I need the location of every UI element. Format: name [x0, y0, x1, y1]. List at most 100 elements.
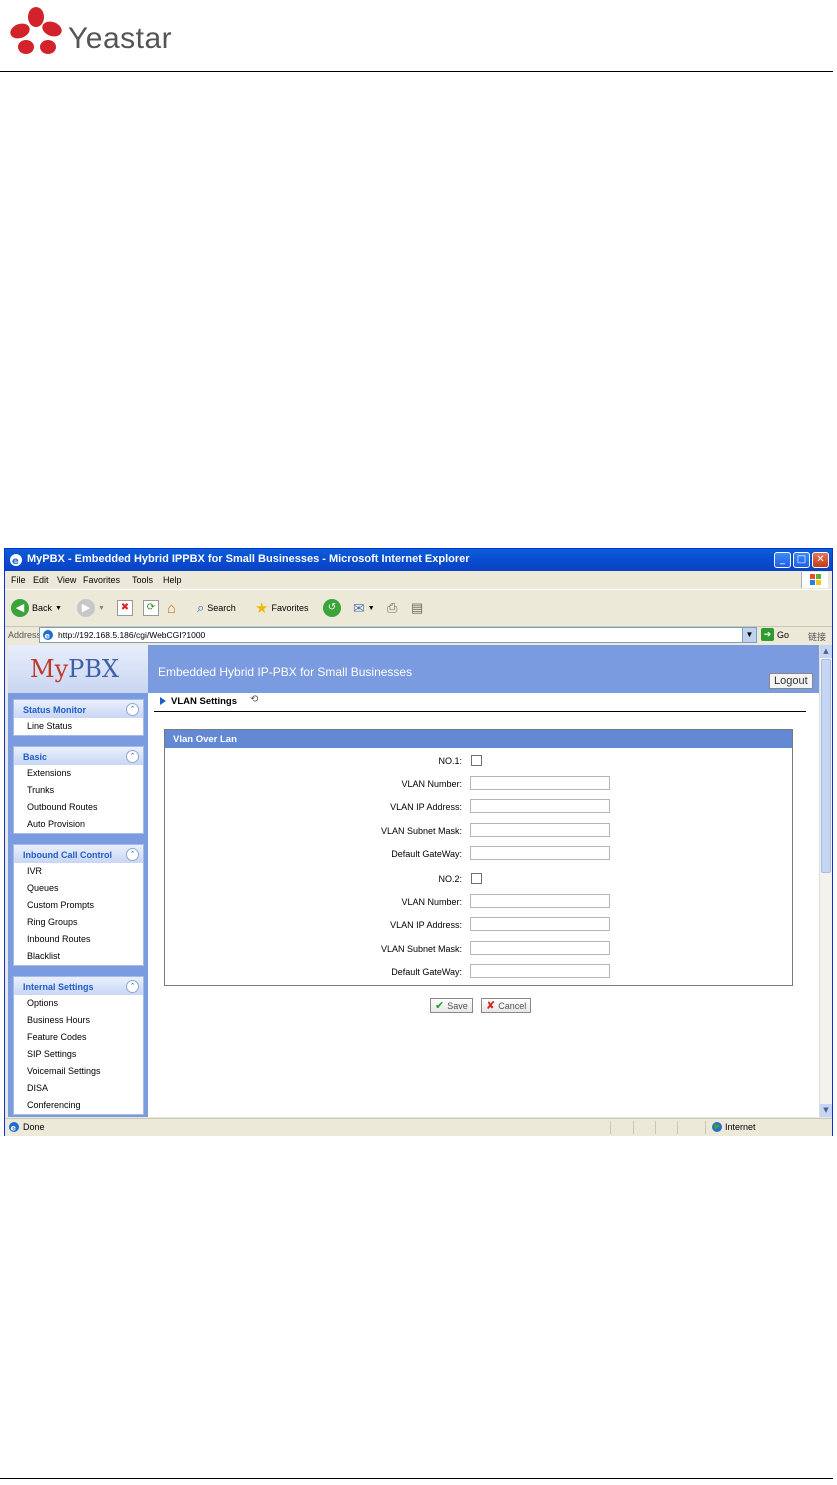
menu-edit[interactable]: Edit: [33, 575, 49, 585]
logout-button[interactable]: Logout: [769, 673, 813, 689]
browser-window: e MyPBX - Embedded Hybrid IPPBX for Smal…: [4, 548, 833, 1136]
collapse-icon[interactable]: ⌃: [126, 703, 139, 716]
scroll-up-icon[interactable]: ▲: [820, 645, 832, 658]
sidebar-group-status-monitor: Status Monitor ⌃ Line Status: [13, 699, 144, 736]
menu-favorites[interactable]: Favorites: [83, 575, 120, 585]
refresh-icon: ⟳: [143, 600, 159, 616]
vlan-panel: Vlan Over Lan NO.1: VLAN Number: VLAN IP…: [164, 729, 793, 986]
address-bar: Address e http://192.168.5.186/cgi/WebCG…: [5, 626, 832, 644]
panel-title: Vlan Over Lan: [173, 734, 237, 745]
refresh-button[interactable]: ⟳: [143, 598, 159, 618]
form-row-vlan2-gateway: Default GateWay:: [165, 963, 792, 981]
sidebar-group-header[interactable]: Basic ⌃: [14, 747, 143, 765]
vlan2-subnet-input[interactable]: [470, 941, 610, 955]
sidebar-item-feature-codes[interactable]: Feature Codes: [14, 1029, 143, 1046]
sidebar-item-sip-settings[interactable]: SIP Settings: [14, 1046, 143, 1063]
vertical-scrollbar[interactable]: ▲ ▼: [819, 645, 832, 1117]
security-zone: Internet: [725, 1122, 756, 1132]
sidebar-group-header[interactable]: Status Monitor ⌃: [14, 700, 143, 718]
edit-page-icon: ▤: [411, 600, 424, 615]
close-button[interactable]: ✕: [812, 552, 829, 568]
go-arrow-icon: ➔: [761, 628, 774, 641]
search-button[interactable]: ⌕ Search: [197, 598, 236, 618]
breadcrumb-arrow-icon: [160, 697, 166, 705]
sidebar-item-custom-prompts[interactable]: Custom Prompts: [14, 897, 143, 914]
forward-dropdown-icon: ▼: [98, 604, 105, 612]
mail-button[interactable]: ✉ ▼: [353, 598, 375, 618]
vlan1-subnet-input[interactable]: [470, 823, 610, 837]
page-title: VLAN Settings: [171, 696, 237, 707]
menu-help[interactable]: Help: [163, 575, 182, 585]
ie-icon: e: [10, 554, 22, 567]
sidebar-item-business-hours[interactable]: Business Hours: [14, 1012, 143, 1029]
sidebar-item-line-status[interactable]: Line Status: [14, 718, 143, 735]
sidebar-item-outbound-routes[interactable]: Outbound Routes: [14, 799, 143, 816]
brand-name: Yeastar: [68, 22, 173, 55]
sidebar-group-header[interactable]: Internal Settings ⌃: [14, 977, 143, 995]
scroll-down-icon[interactable]: ▼: [820, 1104, 832, 1117]
menu-view[interactable]: View: [57, 575, 76, 585]
edit-button[interactable]: ▤: [411, 598, 423, 618]
cancel-button[interactable]: ✘ Cancel: [481, 998, 532, 1013]
sidebar-item-blacklist[interactable]: Blacklist: [14, 948, 143, 965]
menu-tools[interactable]: Tools: [132, 575, 153, 585]
history-button[interactable]: ↺: [323, 598, 341, 618]
print-button[interactable]: ⎙: [387, 598, 397, 618]
go-button[interactable]: ➔ Go: [761, 628, 789, 641]
collapse-icon[interactable]: ⌃: [126, 980, 139, 993]
address-url: http://192.168.5.186/cgi/WebCGI?1000: [58, 630, 206, 640]
sidebar-item-voicemail-settings[interactable]: Voicemail Settings: [14, 1063, 143, 1080]
sidebar-item-ivr[interactable]: IVR: [14, 863, 143, 880]
minimize-button[interactable]: _: [774, 552, 791, 568]
sidebar-item-auto-provision[interactable]: Auto Provision: [14, 816, 143, 833]
form-row-vlan1-mask: VLAN Subnet Mask:: [165, 822, 792, 840]
vlan2-number-input[interactable]: [470, 894, 610, 908]
vlan1-ip-input[interactable]: [470, 799, 610, 813]
sidebar-item-conferencing[interactable]: Conferencing: [14, 1097, 143, 1114]
vlan1-gateway-input[interactable]: [470, 846, 610, 860]
back-button[interactable]: ◀ Back ▼: [11, 598, 62, 618]
scrollbar-thumb[interactable]: [821, 659, 831, 873]
home-button[interactable]: ⌂: [167, 598, 176, 618]
main-content: VLAN Settings ⟲ Vlan Over Lan NO.1: VLAN…: [148, 693, 819, 1117]
sidebar-group-header[interactable]: Inbound Call Control ⌃: [14, 845, 143, 863]
breadcrumb: VLAN Settings ⟲: [154, 693, 806, 712]
sidebar-item-trunks[interactable]: Trunks: [14, 782, 143, 799]
collapse-icon[interactable]: ⌃: [126, 750, 139, 763]
status-divider: [655, 1121, 656, 1134]
links-label[interactable]: 链接: [808, 630, 826, 643]
page-done-icon: e: [9, 1122, 19, 1133]
forward-button[interactable]: ▶ ▼: [77, 598, 105, 618]
vlan2-enable-checkbox[interactable]: [471, 873, 482, 884]
stop-button[interactable]: ✖: [117, 598, 133, 618]
toolbar: ◀ Back ▼ ▶ ▼ ✖ ⟳ ⌂ ⌕ Search ★ Favorites …: [5, 589, 832, 627]
sidebar-item-queues[interactable]: Queues: [14, 880, 143, 897]
collapse-icon[interactable]: ⌃: [126, 848, 139, 861]
address-input[interactable]: e http://192.168.5.186/cgi/WebCGI?1000 ▼: [39, 627, 757, 643]
address-dropdown-icon[interactable]: ▼: [742, 628, 756, 642]
title-bar[interactable]: e MyPBX - Embedded Hybrid IPPBX for Smal…: [5, 549, 832, 571]
favorites-button[interactable]: ★ Favorites: [255, 598, 308, 618]
svg-text:e: e: [45, 632, 51, 641]
menu-file[interactable]: File: [11, 575, 26, 585]
windows-logo-icon: [801, 572, 828, 588]
sidebar-item-inbound-routes[interactable]: Inbound Routes: [14, 931, 143, 948]
window-title: MyPBX - Embedded Hybrid IPPBX for Small …: [27, 553, 470, 565]
vlan1-number-input[interactable]: [470, 776, 610, 790]
vlan2-ip-input[interactable]: [470, 917, 610, 931]
refresh-icon[interactable]: ⟲: [250, 694, 258, 705]
form-row-vlan2-ip: VLAN IP Address:: [165, 916, 792, 934]
mypbx-logo: MyPBX: [30, 655, 120, 683]
form-row-vlan1-ip: VLAN IP Address:: [165, 798, 792, 816]
sidebar-item-ring-groups[interactable]: Ring Groups: [14, 914, 143, 931]
globe-icon: [712, 1122, 722, 1132]
sidebar-item-extensions[interactable]: Extensions: [14, 765, 143, 782]
save-button[interactable]: ✔ Save: [430, 998, 473, 1013]
sidebar-item-options[interactable]: Options: [14, 995, 143, 1012]
vlan2-gateway-input[interactable]: [470, 964, 610, 978]
sidebar-item-disa[interactable]: DISA: [14, 1080, 143, 1097]
header-divider: [0, 71, 833, 72]
vlan1-enable-checkbox[interactable]: [471, 755, 482, 766]
maximize-button[interactable]: □: [793, 552, 810, 568]
check-icon: ✔: [435, 1000, 445, 1012]
